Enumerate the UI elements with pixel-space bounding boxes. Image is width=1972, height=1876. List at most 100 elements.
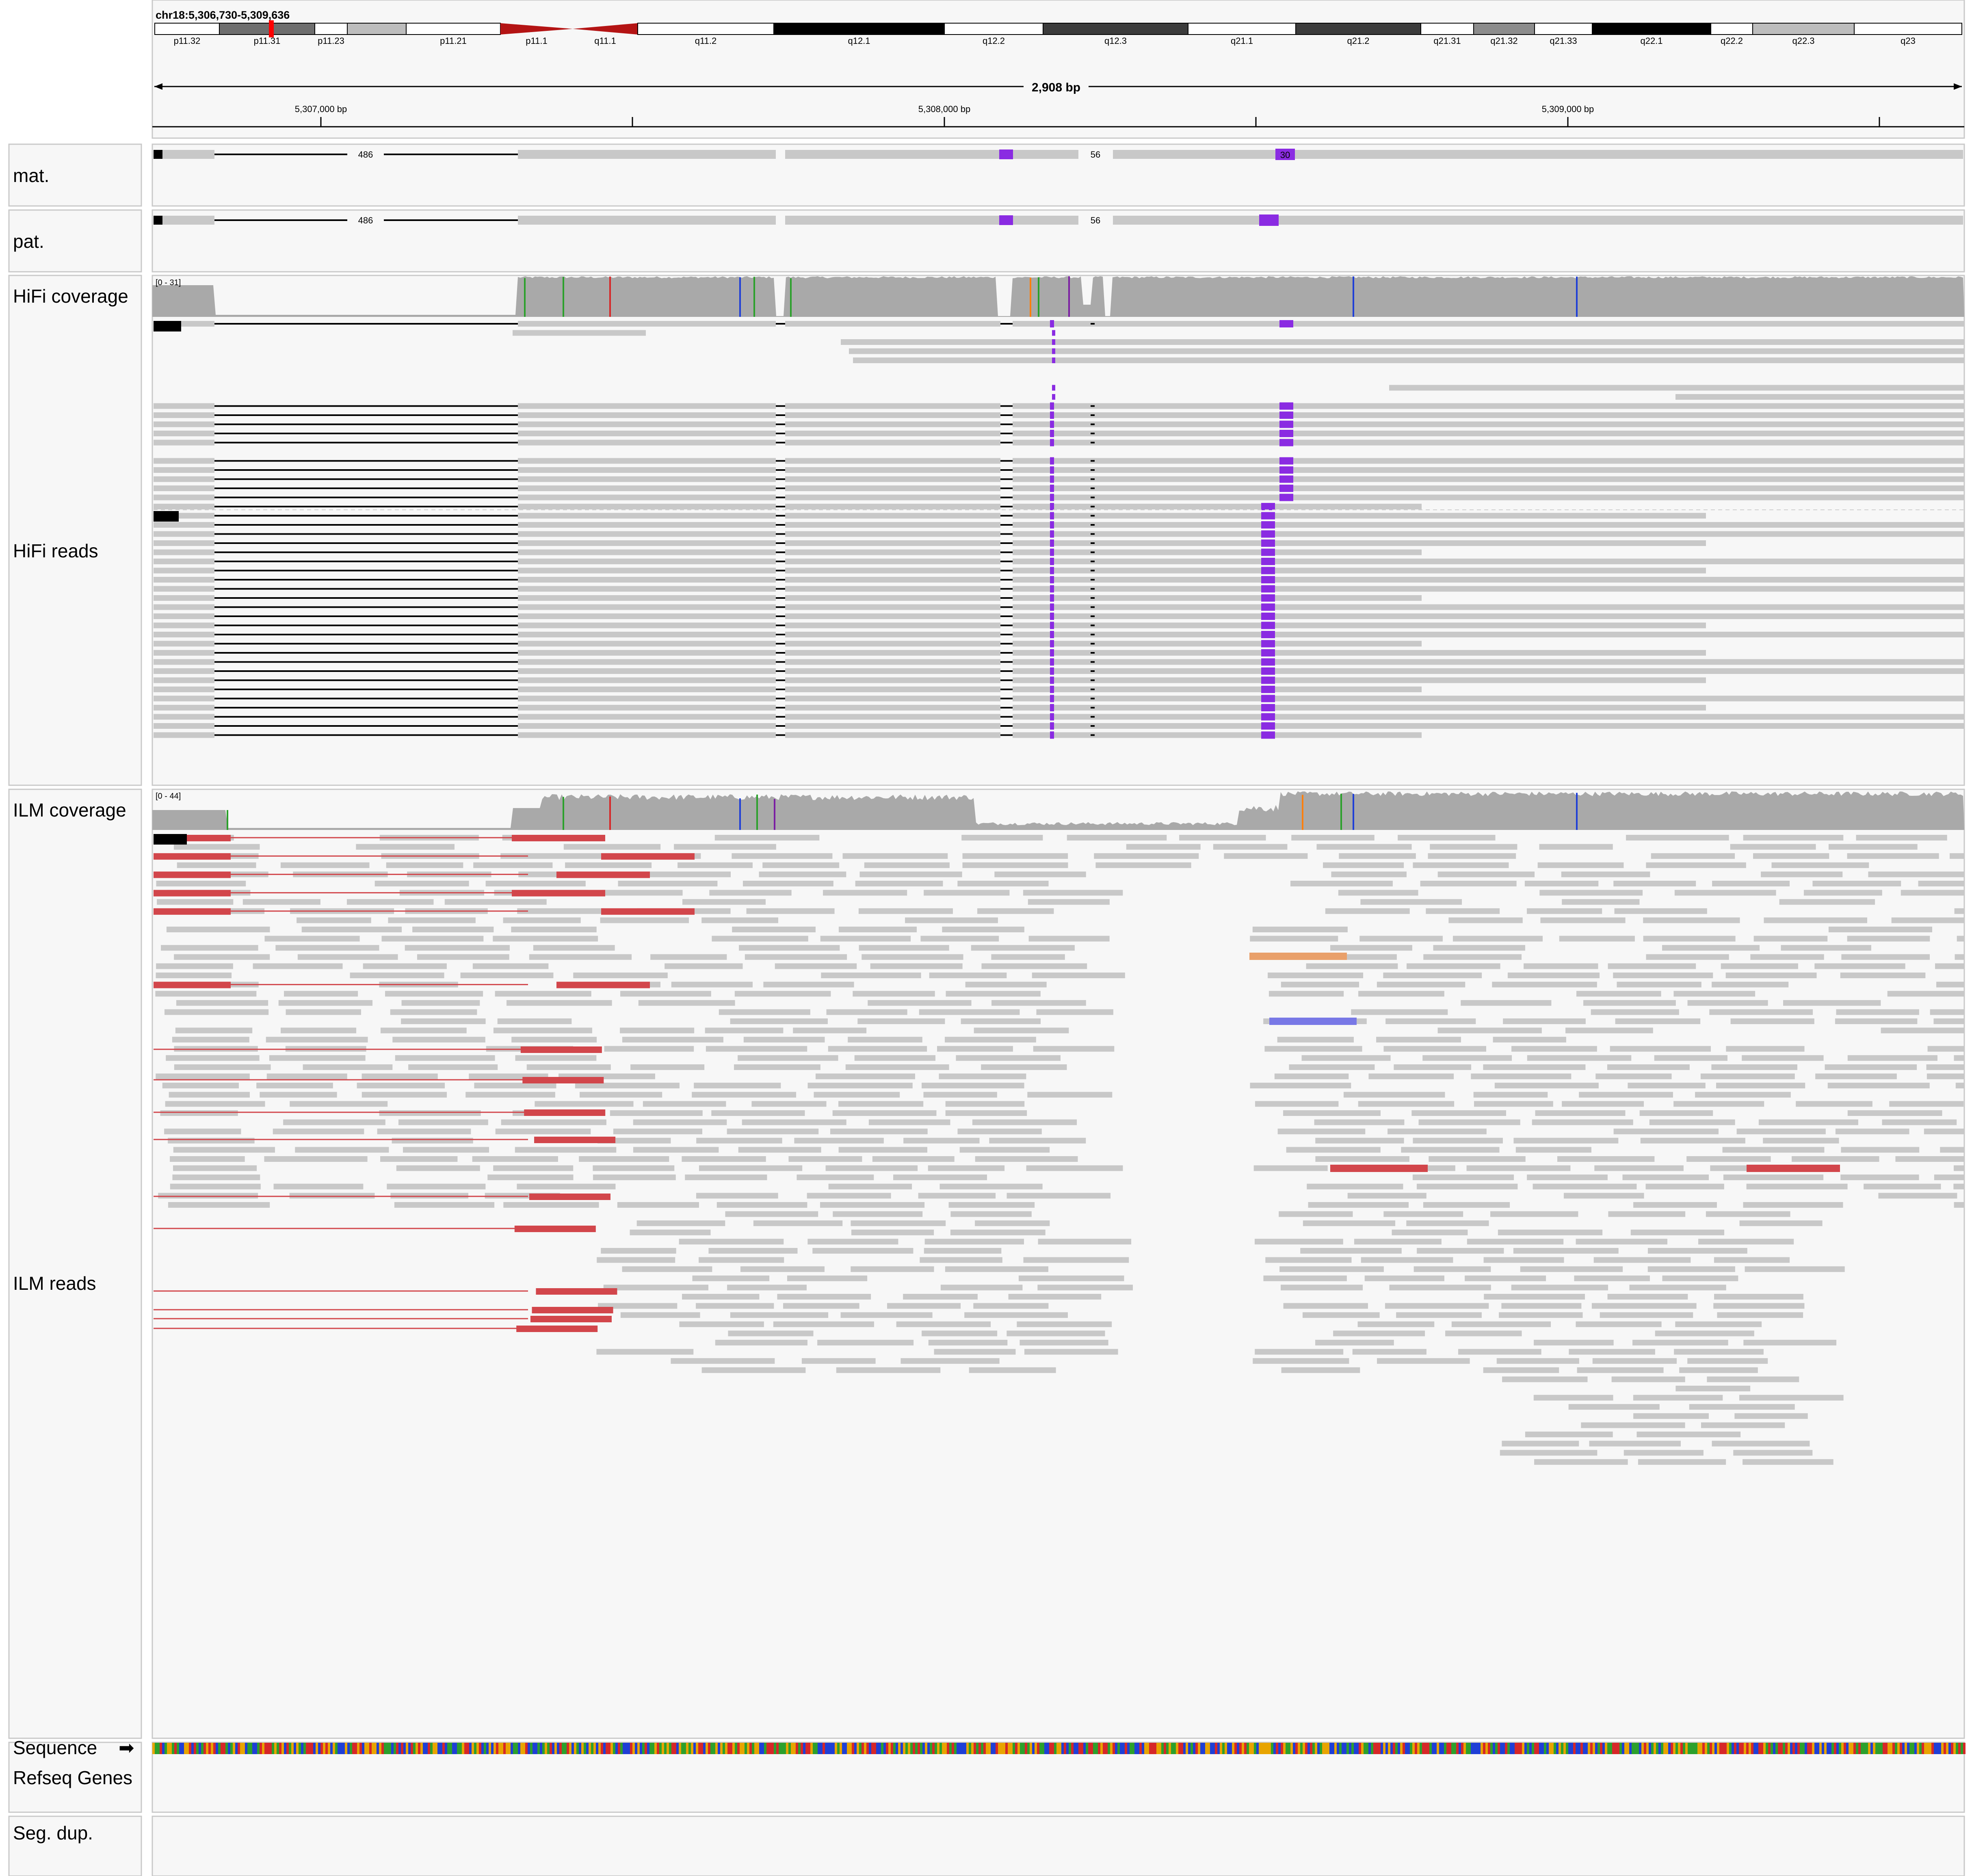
ilm-read[interactable] — [357, 1083, 445, 1089]
ilm-read[interactable] — [1483, 1064, 1586, 1070]
ilm-read[interactable] — [392, 1037, 485, 1043]
ilm-read[interactable] — [762, 862, 840, 868]
ilm-read[interactable] — [297, 954, 398, 960]
ilm-discordant-read[interactable] — [154, 890, 231, 897]
ilm-read[interactable] — [273, 1183, 364, 1189]
ilm-read[interactable] — [1493, 1037, 1566, 1043]
ilm-read[interactable] — [1026, 1165, 1123, 1171]
ilm-read[interactable] — [903, 1294, 978, 1300]
ilm-read[interactable] — [1577, 1367, 1664, 1373]
hifi-read-segment[interactable] — [785, 540, 1000, 546]
ilm-read[interactable] — [501, 1119, 606, 1125]
ilm-read[interactable] — [682, 1294, 760, 1300]
ilm-read[interactable] — [1067, 835, 1167, 841]
ilm-read[interactable] — [948, 1202, 1035, 1208]
hifi-read-segment[interactable] — [154, 476, 214, 482]
ilm-read[interactable] — [1600, 1312, 1693, 1318]
ilm-read[interactable] — [515, 1055, 597, 1061]
ilm-read[interactable] — [1753, 936, 1828, 942]
ilm-read[interactable] — [1746, 1183, 1848, 1189]
hifi-read-segment[interactable] — [1013, 622, 1706, 628]
ilm-read[interactable] — [699, 1257, 784, 1263]
ilm-read[interactable] — [176, 1000, 268, 1006]
ilm-read[interactable] — [773, 1321, 874, 1327]
ilm-read[interactable] — [833, 1211, 923, 1217]
ilm-read[interactable] — [959, 1147, 1050, 1153]
ilm-read[interactable] — [699, 1165, 803, 1171]
ilm-read[interactable] — [1179, 835, 1266, 841]
ilm-read[interactable] — [385, 991, 483, 997]
ilm-discordant-read[interactable] — [154, 871, 231, 878]
ilm-read[interactable] — [820, 1202, 925, 1208]
hifi-read-segment[interactable] — [154, 440, 214, 446]
ilm-read[interactable] — [1841, 954, 1930, 960]
ilm-read[interactable] — [679, 1321, 764, 1327]
ilm-read[interactable] — [1955, 1083, 1964, 1089]
ilm-read[interactable] — [610, 1110, 703, 1116]
ilm-read[interactable] — [174, 954, 270, 960]
ilm-read[interactable] — [1507, 973, 1600, 978]
ilm-read[interactable] — [156, 881, 246, 886]
ideogram-band[interactable] — [1854, 23, 1962, 35]
ilm-read[interactable] — [740, 1266, 825, 1272]
ilm-read[interactable] — [444, 899, 547, 905]
ilm-read[interactable] — [1613, 1129, 1719, 1135]
ilm-read[interactable] — [620, 1027, 695, 1033]
hifi-read-segment[interactable] — [785, 421, 1000, 427]
ilm-read[interactable] — [1610, 1046, 1711, 1052]
track-label-ilm-coverage[interactable]: ILM coverage — [13, 799, 126, 821]
pat-block[interactable] — [785, 216, 1963, 225]
ilm-read[interactable] — [1502, 1441, 1579, 1447]
ilm-read[interactable] — [297, 917, 371, 923]
ilm-read[interactable] — [732, 853, 833, 859]
ilm-discordant-read[interactable] — [524, 1109, 606, 1116]
hifi-read-segment[interactable] — [154, 677, 214, 683]
ilm-read[interactable] — [1712, 881, 1790, 886]
ilm-read[interactable] — [1734, 1413, 1808, 1419]
hifi-read-segment[interactable] — [1013, 494, 1964, 500]
ilm-read[interactable] — [394, 1202, 495, 1208]
hifi-read-segment[interactable] — [518, 559, 776, 564]
ilm-read[interactable] — [1394, 1064, 1472, 1070]
hifi-read-segment[interactable] — [154, 687, 214, 692]
ilm-read[interactable] — [166, 927, 270, 932]
ilm-read[interactable] — [1743, 1459, 1833, 1465]
ilm-read[interactable] — [814, 1092, 900, 1098]
ilm-read[interactable] — [1814, 963, 1905, 969]
ilm-read[interactable] — [893, 1174, 987, 1181]
ilm-read[interactable] — [928, 1340, 1008, 1345]
hifi-read-segment[interactable] — [785, 467, 1000, 473]
ilm-read[interactable] — [1613, 973, 1713, 978]
ilm-read[interactable] — [1352, 1349, 1427, 1355]
ilm-read[interactable] — [838, 1101, 924, 1107]
ilm-read[interactable] — [1595, 1073, 1672, 1079]
ilm-read[interactable] — [1315, 1340, 1394, 1345]
ilm-read[interactable] — [1213, 844, 1288, 850]
ilm-discordant-read[interactable] — [516, 1326, 598, 1332]
ilm-discordant-read[interactable] — [154, 908, 231, 915]
ilm-read[interactable] — [1314, 1119, 1405, 1125]
ilm-read[interactable] — [1714, 1294, 1803, 1300]
ilm-read[interactable] — [1027, 1092, 1113, 1098]
ilm-read[interactable] — [743, 1037, 825, 1043]
ilm-read[interactable] — [1579, 1092, 1673, 1098]
ilm-read[interactable] — [1723, 1174, 1824, 1181]
ilm-read[interactable] — [1636, 1432, 1741, 1437]
ilm-read[interactable] — [794, 1137, 884, 1144]
ilm-read[interactable] — [630, 1229, 711, 1235]
ilm-read[interactable] — [859, 945, 949, 951]
hifi-read-segment[interactable] — [785, 695, 1000, 702]
ilm-read[interactable] — [1673, 1101, 1764, 1107]
ilm-read[interactable] — [1490, 1211, 1578, 1217]
ilm-read[interactable] — [1513, 1137, 1619, 1144]
ilm-read[interactable] — [350, 973, 444, 978]
hifi-read-segment[interactable] — [154, 577, 214, 583]
hifi-read-segment[interactable] — [518, 321, 776, 327]
ilm-read[interactable] — [1750, 954, 1824, 960]
ilm-read[interactable] — [1954, 1055, 1964, 1061]
hifi-read-segment[interactable] — [518, 440, 776, 446]
ilm-read[interactable] — [868, 1119, 950, 1125]
hifi-read-segment[interactable] — [785, 403, 1000, 409]
ilm-read[interactable] — [1950, 853, 1964, 859]
ilm-read[interactable] — [1474, 1101, 1553, 1107]
